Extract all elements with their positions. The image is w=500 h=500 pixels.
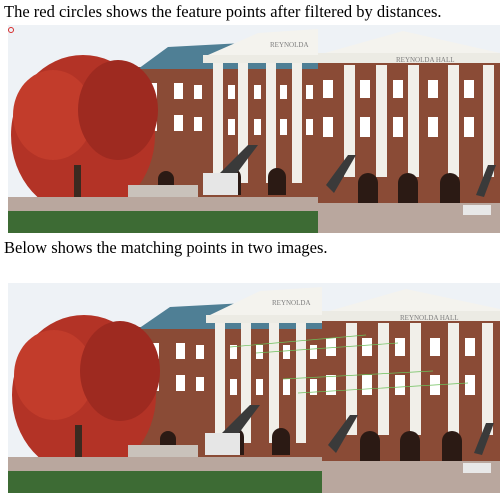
left-image: REYNOLDA	[8, 283, 322, 493]
right-sign-text: REYNOLDA HALL	[396, 56, 455, 64]
matching-points-image-pair: REYNOLDA REYNOLDA HALL	[8, 283, 500, 493]
left-sign-text: REYNOLDA	[272, 299, 311, 307]
caption-matching-points: Below shows the matching points in two i…	[4, 238, 328, 257]
feature-points-figure: REYNOLDA REYNOLDA HALL	[8, 25, 500, 233]
caption-feature-points: The red circles shows the feature points…	[4, 2, 442, 21]
left-sign-text: REYNOLDA	[270, 41, 309, 49]
right-image: REYNOLDA HALL	[318, 25, 500, 233]
matching-points-figure: REYNOLDA REYNOLDA HALL	[8, 283, 500, 493]
feature-points-image-pair: REYNOLDA REYNOLDA HALL	[8, 25, 500, 233]
left-image: REYNOLDA	[8, 25, 318, 233]
right-sign-text: REYNOLDA HALL	[400, 314, 459, 322]
right-image: REYNOLDA HALL	[322, 283, 500, 493]
